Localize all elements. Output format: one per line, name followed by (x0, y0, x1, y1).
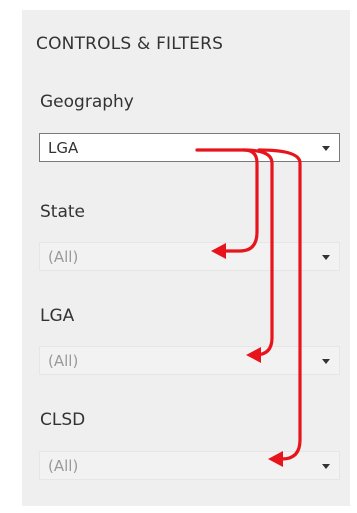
chevron-down-icon[interactable] (322, 146, 330, 151)
state-dropdown[interactable]: (All) (39, 242, 340, 271)
controls-filters-panel: CONTROLS & FILTERS Geography LGA State (… (22, 10, 350, 506)
state-label: State (40, 202, 85, 222)
lga-label: LGA (40, 306, 75, 326)
clsd-label: CLSD (40, 410, 86, 430)
geography-dropdown-value: LGA (48, 139, 79, 157)
chevron-down-icon[interactable] (322, 464, 330, 469)
lga-dropdown-value: (All) (48, 352, 79, 370)
geography-dropdown[interactable]: LGA (39, 133, 340, 162)
clsd-dropdown[interactable]: (All) (39, 451, 340, 480)
chevron-down-icon[interactable] (322, 255, 330, 260)
clsd-dropdown-value: (All) (48, 457, 79, 475)
chevron-down-icon[interactable] (322, 359, 330, 364)
lga-dropdown[interactable]: (All) (39, 346, 340, 375)
geography-label: Geography (40, 92, 134, 112)
state-dropdown-value: (All) (48, 248, 79, 266)
panel-title: CONTROLS & FILTERS (36, 34, 224, 54)
